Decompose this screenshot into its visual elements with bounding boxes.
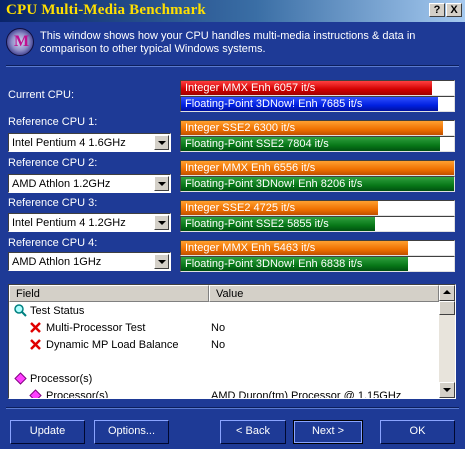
- scroll-up-arrow-icon[interactable]: [439, 285, 455, 301]
- scrollbar-thumb[interactable]: [439, 301, 455, 315]
- dropdown-arrow-icon[interactable]: [154, 135, 169, 150]
- result-bar-text: Integer MMX Enh 5463 it/s: [185, 242, 316, 254]
- close-button[interactable]: X: [446, 3, 462, 17]
- reference-cpu-1-value: Intel Pentium 4 1.6GHz: [12, 137, 126, 149]
- benchmark-app-icon: M: [6, 28, 34, 56]
- pink-diamond-icon: [14, 372, 27, 385]
- ok-button[interactable]: OK: [380, 420, 455, 444]
- window-title: CPU Multi-Media Benchmark: [6, 2, 206, 18]
- title-bar: CPU Multi-Media Benchmark ? X: [0, 0, 465, 22]
- list-item[interactable]: Test Status: [9, 303, 439, 320]
- options-button[interactable]: Options...: [94, 420, 169, 444]
- list-item[interactable]: Processor(s): [9, 371, 439, 388]
- reference-cpu-2-label: Reference CPU 2:: [8, 157, 98, 169]
- list-item[interactable]: Dynamic MP Load Balance No: [9, 337, 439, 354]
- list-item-field: Multi-Processor Test: [46, 322, 146, 334]
- header-separator: [6, 65, 459, 67]
- result-bar: Integer SSE2 6300 it/s: [180, 120, 455, 136]
- reference-cpu-3-label: Reference CPU 3:: [8, 197, 98, 209]
- result-bar-text: Floating-Point 3DNow! Enh 8206 it/s: [185, 178, 363, 190]
- result-bar: Floating-Point 3DNow! Enh 6838 it/s: [180, 256, 455, 272]
- footer-separator: [6, 407, 459, 409]
- reference-cpu-2-select[interactable]: AMD Athlon 1.2GHz: [8, 174, 171, 193]
- reference-cpu-4-select[interactable]: AMD Athlon 1GHz: [8, 252, 171, 271]
- dropdown-arrow-icon[interactable]: [154, 254, 169, 269]
- column-header-value[interactable]: Value: [209, 285, 439, 302]
- reference-cpu-2-value: AMD Athlon 1.2GHz: [12, 178, 111, 190]
- scroll-down-arrow-icon[interactable]: [439, 382, 455, 398]
- back-button[interactable]: < Back: [220, 420, 286, 444]
- header-description: This window shows how your CPU handles m…: [40, 30, 416, 55]
- list-item-field: Dynamic MP Load Balance: [46, 339, 179, 351]
- list-item[interactable]: [9, 354, 439, 371]
- list-item-field: Processor(s): [46, 390, 109, 399]
- reference-cpu-1-label: Reference CPU 1:: [8, 116, 98, 128]
- result-bar-text: Floating-Point SSE2 7804 it/s: [185, 138, 329, 150]
- back-button-label: < Back: [236, 425, 270, 437]
- dropdown-arrow-icon[interactable]: [154, 215, 169, 230]
- magnifier-icon: [14, 304, 27, 317]
- list-item-value: No: [211, 339, 226, 351]
- help-button[interactable]: ?: [429, 3, 445, 17]
- result-bar: Integer SSE2 4725 it/s: [180, 200, 455, 216]
- results-list[interactable]: Field Value Test Status Multi-Processor …: [8, 284, 456, 399]
- reference-cpu-4-value: AMD Athlon 1GHz: [12, 256, 102, 268]
- list-item-field: Test Status: [30, 305, 85, 317]
- result-bar: Floating-Point SSE2 7804 it/s: [180, 136, 455, 152]
- result-bar: Integer MMX Enh 5463 it/s: [180, 240, 455, 256]
- vertical-scrollbar[interactable]: [439, 285, 455, 398]
- list-item-field: Processor(s): [30, 373, 93, 385]
- result-bar-text: Integer MMX Enh 6057 it/s: [185, 82, 316, 94]
- red-x-icon: [30, 339, 41, 350]
- update-button-label: Update: [29, 425, 66, 437]
- list-item-value: AMD Duron(tm) Processor @ 1.15GHz: [211, 390, 402, 399]
- result-bar-text: Floating-Point 3DNow! Enh 7685 it/s: [185, 98, 363, 110]
- list-item[interactable]: Multi-Processor Test No: [9, 320, 439, 337]
- list-item-value: No: [211, 322, 226, 334]
- result-bar-text: Integer SSE2 6300 it/s: [185, 122, 296, 134]
- next-button-label: Next >: [311, 425, 345, 437]
- update-button[interactable]: Update: [10, 420, 85, 444]
- result-bar: Floating-Point SSE2 5855 it/s: [180, 216, 455, 232]
- reference-cpu-4-label: Reference CPU 4:: [8, 237, 98, 249]
- red-x-icon: [30, 322, 41, 333]
- current-cpu-label: Current CPU:: [8, 89, 75, 101]
- dropdown-arrow-icon[interactable]: [154, 176, 169, 191]
- result-bar-text: Integer SSE2 4725 it/s: [185, 202, 296, 214]
- pink-diamond-icon: [29, 389, 42, 398]
- result-bar-text: Floating-Point SSE2 5855 it/s: [185, 218, 329, 230]
- result-bar: Integer MMX Enh 6556 it/s: [180, 160, 455, 176]
- ok-button-label: OK: [409, 425, 426, 437]
- reference-cpu-1-select[interactable]: Intel Pentium 4 1.6GHz: [8, 133, 171, 152]
- column-header-field[interactable]: Field: [9, 285, 209, 302]
- result-bar: Floating-Point 3DNow! Enh 7685 it/s: [180, 96, 455, 112]
- result-bar: Floating-Point 3DNow! Enh 8206 it/s: [180, 176, 455, 192]
- reference-cpu-3-value: Intel Pentium 4 1.2GHz: [12, 217, 126, 229]
- reference-cpu-3-select[interactable]: Intel Pentium 4 1.2GHz: [8, 213, 171, 232]
- list-item[interactable]: Processor(s) AMD Duron(tm) Processor @ 1…: [9, 388, 439, 399]
- app-icon-glyph: M: [14, 33, 30, 50]
- result-bar-text: Integer MMX Enh 6556 it/s: [185, 162, 316, 174]
- result-bar: Integer MMX Enh 6057 it/s: [180, 80, 455, 96]
- result-bar-text: Floating-Point 3DNow! Enh 6838 it/s: [185, 258, 363, 270]
- options-button-label: Options...: [107, 425, 156, 437]
- next-button[interactable]: Next >: [293, 420, 363, 444]
